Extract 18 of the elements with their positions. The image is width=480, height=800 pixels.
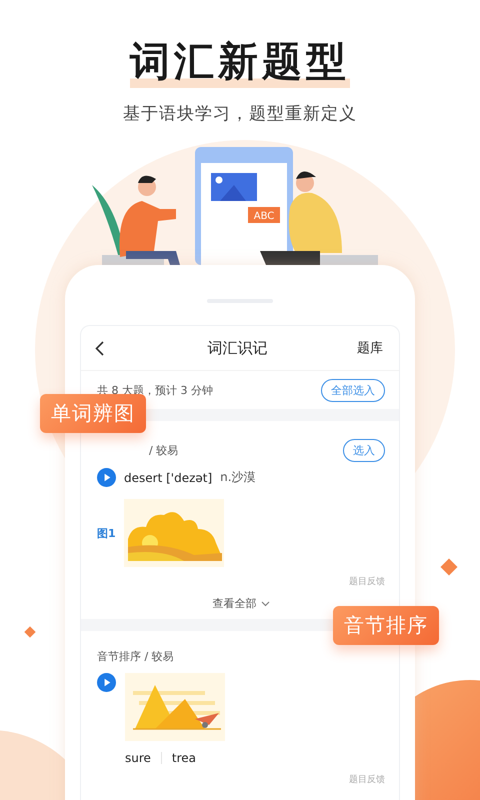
question-bank-link[interactable]: 题库 xyxy=(357,339,383,357)
syllable-text[interactable]: sure xyxy=(125,751,151,765)
abc-tag: ABC xyxy=(248,207,280,223)
play-icon[interactable] xyxy=(97,673,116,692)
view-all-button[interactable]: 查看全部 xyxy=(212,596,270,611)
page-title: 词汇识记 xyxy=(208,338,268,358)
subtitle: 基于语块学习，题型重新定义 xyxy=(123,103,357,125)
back-icon[interactable] xyxy=(95,340,104,356)
word-text: desert ['dezət] xyxy=(124,470,212,484)
caret-icon xyxy=(260,600,270,606)
image-label: 图1 xyxy=(97,526,116,540)
meaning-text: n.沙漠 xyxy=(220,469,256,486)
play-icon[interactable] xyxy=(97,468,116,487)
feature-tag: 音节排序 xyxy=(333,606,439,645)
question-type-label: 音节排序 / 较易 xyxy=(97,649,174,664)
question-type-label: / 较易 xyxy=(149,443,178,458)
feature-tag: 单词辨图 xyxy=(40,394,146,433)
syllable-text[interactable]: trea xyxy=(172,751,196,765)
